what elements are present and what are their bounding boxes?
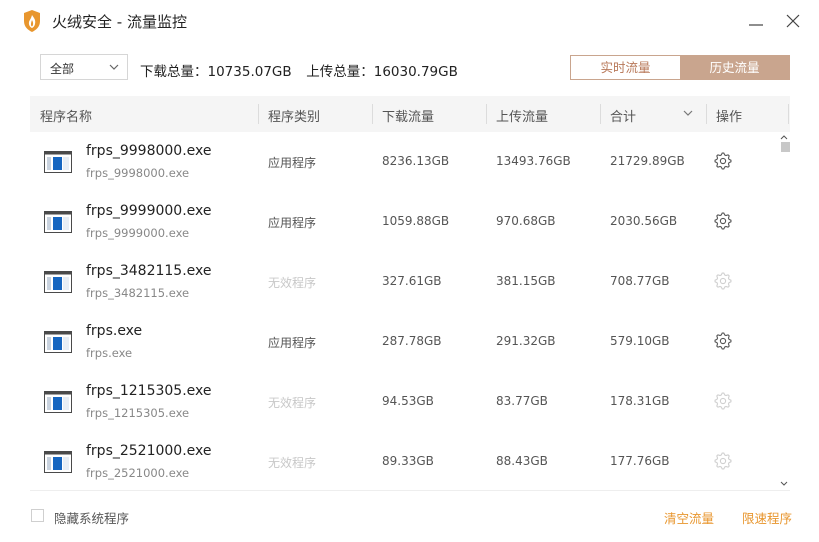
column-divider xyxy=(600,104,601,124)
sort-desc-icon[interactable] xyxy=(683,109,693,117)
program-name: frps_2521000.exe xyxy=(86,443,212,459)
total-traffic: 708.77GB xyxy=(610,274,670,288)
table-row[interactable]: frps_9998000.exe frps_9998000.exe 应用程序 8236… xyxy=(30,132,776,192)
traffic-summary: 下载总量：10735.07GB 上传总量：16030.79GB xyxy=(140,60,458,80)
column-divider xyxy=(486,104,487,124)
header-upload[interactable]: 上传流量 xyxy=(496,106,548,125)
limit-program-link[interactable]: 限速程序 xyxy=(742,508,792,527)
minimize-icon[interactable] xyxy=(747,12,765,30)
program-filename: frps_3482115.exe xyxy=(86,286,190,300)
total-traffic: 2030.56GB xyxy=(610,214,678,228)
upload-traffic: 381.15GB xyxy=(496,274,556,288)
program-type: 应用程序 xyxy=(268,156,317,170)
upload-traffic: 291.32GB xyxy=(496,334,556,348)
clear-traffic-link[interactable]: 清空流量 xyxy=(664,508,714,527)
exe-window-icon xyxy=(44,391,72,413)
download-traffic: 1059.88GB xyxy=(382,214,450,228)
table-row[interactable]: frps_1215305.exe frps_1215305.exe 无效程序 94.5… xyxy=(30,372,776,432)
scrollbar-thumb[interactable] xyxy=(781,142,790,152)
header-action: 操作 xyxy=(716,110,743,125)
upload-total: 上传总量：16030.79GB xyxy=(306,64,458,80)
program-type: 无效程序 xyxy=(268,456,317,470)
exe-window-icon xyxy=(44,271,72,293)
download-traffic: 327.61GB xyxy=(382,274,442,288)
hide-system-programs-checkbox[interactable] xyxy=(31,509,44,522)
total-traffic: 21729.89GB xyxy=(610,154,685,168)
program-filename: frps_9999000.exe xyxy=(86,226,190,240)
download-traffic: 287.78GB xyxy=(382,334,442,348)
settings-gear-icon xyxy=(714,272,732,290)
download-total: 下载总量：10735.07GB xyxy=(140,64,292,80)
exe-window-icon xyxy=(44,451,72,473)
program-filename: frps.exe xyxy=(86,346,133,360)
program-table-body: frps_9998000.exe frps_9998000.exe 应用程序 8236… xyxy=(30,132,790,490)
program-type: 应用程序 xyxy=(268,336,317,350)
hide-system-programs-label[interactable]: 隐藏系统程序 xyxy=(54,508,129,527)
header-total[interactable]: 合计 xyxy=(610,106,636,125)
settings-gear-icon[interactable] xyxy=(714,332,732,350)
upload-traffic: 13493.76GB xyxy=(496,154,571,168)
program-type: 应用程序 xyxy=(268,216,317,230)
total-traffic: 579.10GB xyxy=(610,334,670,348)
table-header: 程序名称 程序类别 下载流量 上传流量 合计 操作 xyxy=(30,96,790,132)
column-divider xyxy=(372,104,373,124)
exe-window-icon xyxy=(44,151,72,173)
table-row[interactable]: frps_9999000.exe frps_9999000.exe 应用程序 1059… xyxy=(30,192,776,252)
window-title: 火绒安全 - 流量监控 xyxy=(52,13,187,31)
settings-gear-icon[interactable] xyxy=(714,212,732,230)
header-program-name[interactable]: 程序名称 xyxy=(40,106,92,125)
scroll-up-arrow-icon[interactable] xyxy=(779,133,789,141)
tab-realtime-traffic[interactable]: 实时流量 xyxy=(571,56,680,79)
program-filename: frps_1215305.exe xyxy=(86,406,190,420)
chevron-down-icon xyxy=(109,64,119,70)
header-download[interactable]: 下载流量 xyxy=(382,106,434,125)
title-bar: 火绒安全 - 流量监控 xyxy=(0,0,819,42)
upload-traffic: 83.77GB xyxy=(496,394,548,408)
download-traffic: 8236.13GB xyxy=(382,154,450,168)
settings-gear-icon xyxy=(714,392,732,410)
close-icon[interactable] xyxy=(784,12,802,30)
program-filter-dropdown[interactable]: 全部 xyxy=(40,54,128,80)
program-name: frps.exe xyxy=(86,323,143,339)
program-name: frps_9999000.exe xyxy=(86,203,212,219)
exe-window-icon xyxy=(44,211,72,233)
total-traffic: 177.76GB xyxy=(610,454,670,468)
footer-divider xyxy=(30,490,790,491)
exe-window-icon xyxy=(44,331,72,353)
program-name: frps_9998000.exe xyxy=(86,143,212,159)
huorong-logo-icon xyxy=(24,10,40,32)
program-type: 无效程序 xyxy=(268,396,317,410)
tab-history-traffic[interactable]: 历史流量 xyxy=(680,56,789,79)
traffic-mode-toggle: 实时流量 历史流量 xyxy=(570,55,790,80)
header-program-type[interactable]: 程序类别 xyxy=(268,106,320,125)
program-filename: frps_2521000.exe xyxy=(86,466,190,480)
column-divider xyxy=(788,104,789,124)
settings-gear-icon[interactable] xyxy=(714,152,732,170)
column-divider xyxy=(706,104,707,124)
total-traffic: 178.31GB xyxy=(610,394,670,408)
upload-traffic: 970.68GB xyxy=(496,214,556,228)
column-divider xyxy=(258,104,259,124)
program-name: frps_3482115.exe xyxy=(86,263,212,279)
program-name: frps_1215305.exe xyxy=(86,383,212,399)
program-filename: frps_9998000.exe xyxy=(86,166,190,180)
settings-gear-icon xyxy=(714,452,732,470)
download-traffic: 89.33GB xyxy=(382,454,434,468)
download-traffic: 94.53GB xyxy=(382,394,434,408)
table-row[interactable]: frps.exe frps.exe 应用程序 287.78GB 291.32GB 579.… xyxy=(30,312,776,372)
program-type: 无效程序 xyxy=(268,276,317,290)
scroll-down-arrow-icon[interactable] xyxy=(779,480,789,488)
table-row[interactable]: frps_2521000.exe frps_2521000.exe 无效程序 89.3… xyxy=(30,432,776,490)
upload-traffic: 88.43GB xyxy=(496,454,548,468)
table-row[interactable]: frps_3482115.exe frps_3482115.exe 无效程序 327.… xyxy=(30,252,776,312)
filter-value: 全部 xyxy=(50,62,75,76)
